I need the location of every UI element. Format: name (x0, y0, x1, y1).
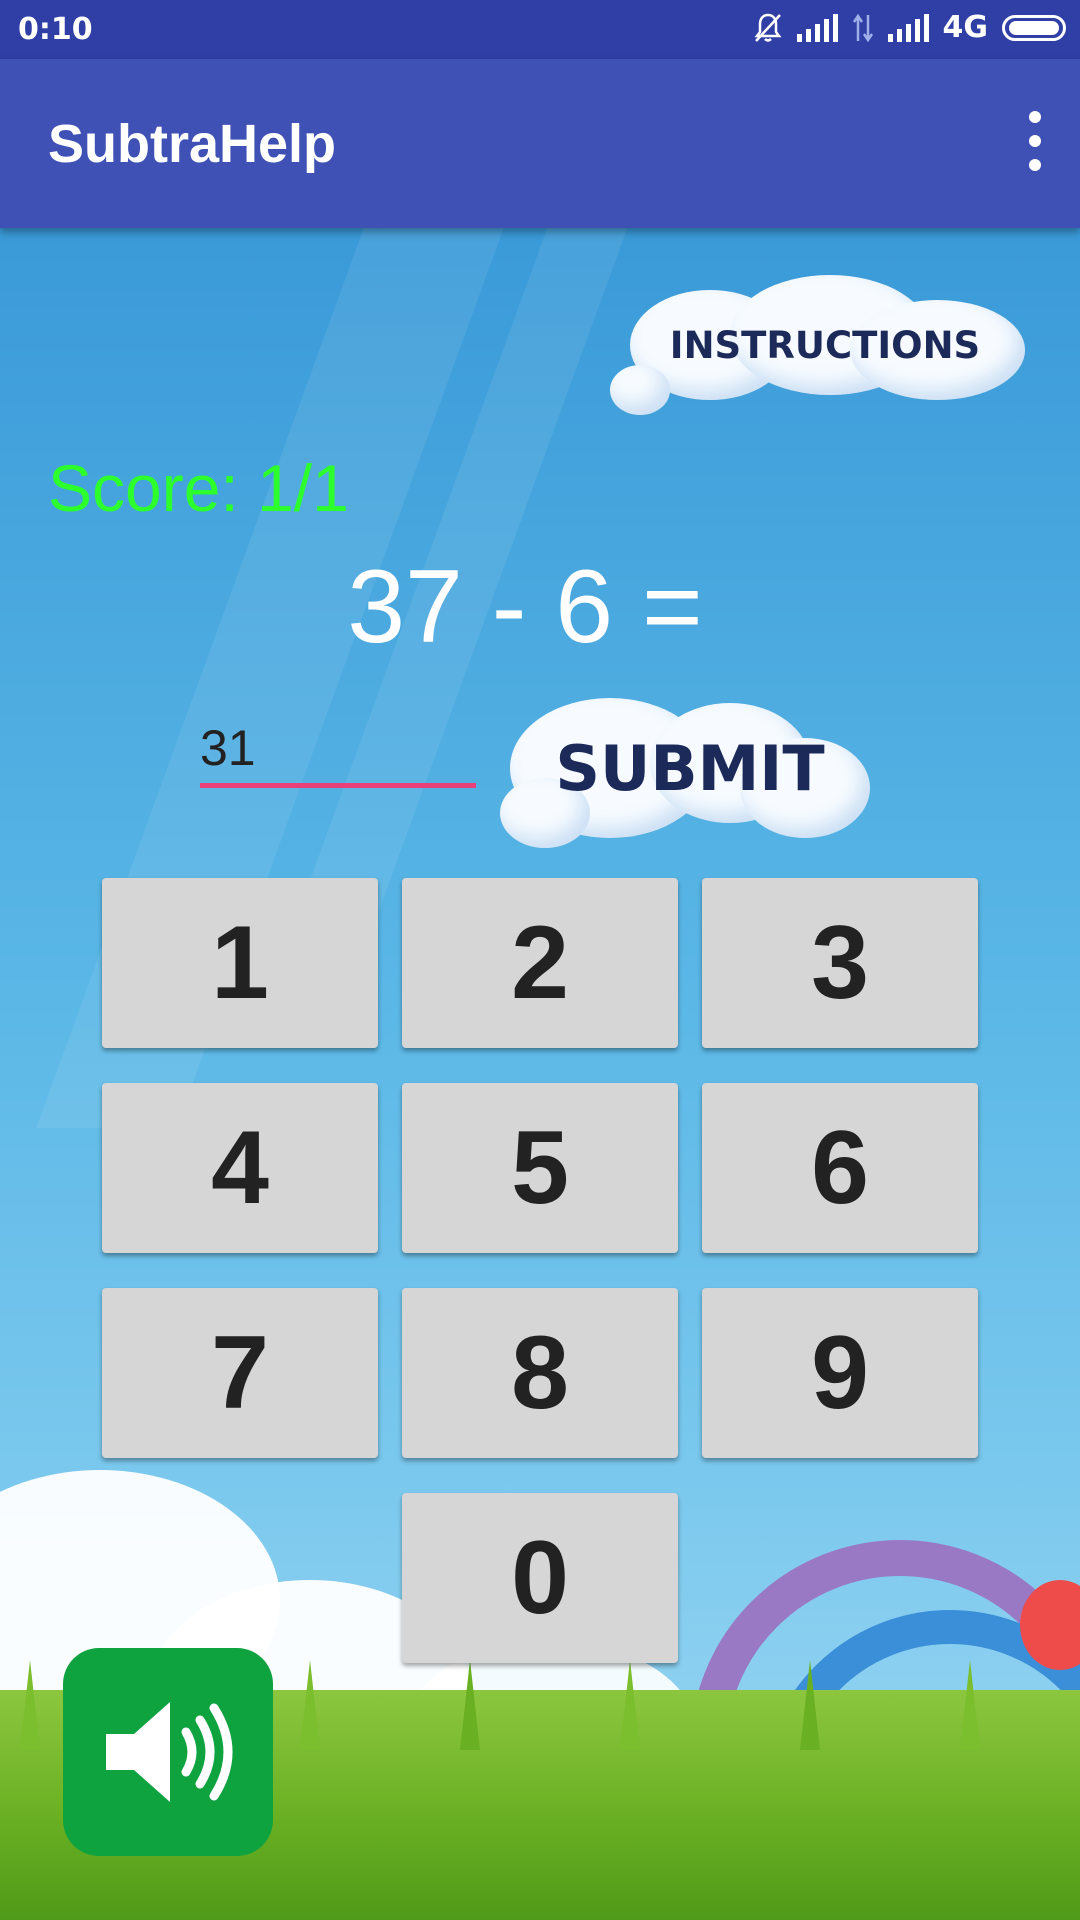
notifications-off-icon (754, 13, 781, 42)
key-7[interactable]: 7 (102, 1288, 378, 1458)
answer-input[interactable] (200, 712, 476, 788)
sound-toggle-button[interactable] (63, 1648, 273, 1856)
signal-strength-icon (887, 13, 929, 42)
grass-blade (460, 1660, 480, 1750)
data-transfer-icon (852, 13, 873, 42)
grass-blade (20, 1660, 40, 1750)
status-time: 0:10 (18, 12, 93, 47)
key-3[interactable]: 3 (702, 878, 978, 1048)
key-8[interactable]: 8 (402, 1288, 678, 1458)
grass-blade (620, 1660, 640, 1750)
key-1[interactable]: 1 (102, 878, 378, 1048)
grass-blade (300, 1660, 320, 1750)
key-0[interactable]: 0 (402, 1493, 678, 1663)
battery-icon (1002, 14, 1066, 41)
submit-label: SUBMIT (555, 731, 825, 805)
signal-strength-icon (796, 13, 838, 42)
app-screen: 0:10 4G SubtraHelp INSTRUCTIONS Score: 1… (0, 0, 1080, 1920)
score-label: Score: 1/1 (48, 451, 349, 525)
key-6[interactable]: 6 (702, 1083, 978, 1253)
submit-button[interactable]: SUBMIT (500, 688, 880, 848)
key-4[interactable]: 4 (102, 1083, 378, 1253)
grass-blade (800, 1660, 820, 1750)
key-9[interactable]: 9 (702, 1288, 978, 1458)
app-title: SubtraHelp (48, 114, 337, 174)
app-bar: SubtraHelp (0, 59, 1080, 228)
instructions-label: INSTRUCTIONS (669, 323, 981, 367)
speaker-volume-icon (106, 1702, 233, 1802)
more-vert-icon[interactable] (1020, 111, 1050, 171)
battery-level (1009, 20, 1059, 35)
status-icons: 4G (753, 10, 1066, 45)
network-type: 4G (942, 10, 989, 45)
grass-blade (960, 1660, 980, 1750)
subtraction-problem: 37 - 6 = (347, 549, 703, 665)
key-2[interactable]: 2 (402, 878, 678, 1048)
status-bar: 0:10 4G (0, 0, 1080, 59)
instructions-button[interactable]: INSTRUCTIONS (610, 270, 1030, 420)
key-5[interactable]: 5 (402, 1083, 678, 1253)
